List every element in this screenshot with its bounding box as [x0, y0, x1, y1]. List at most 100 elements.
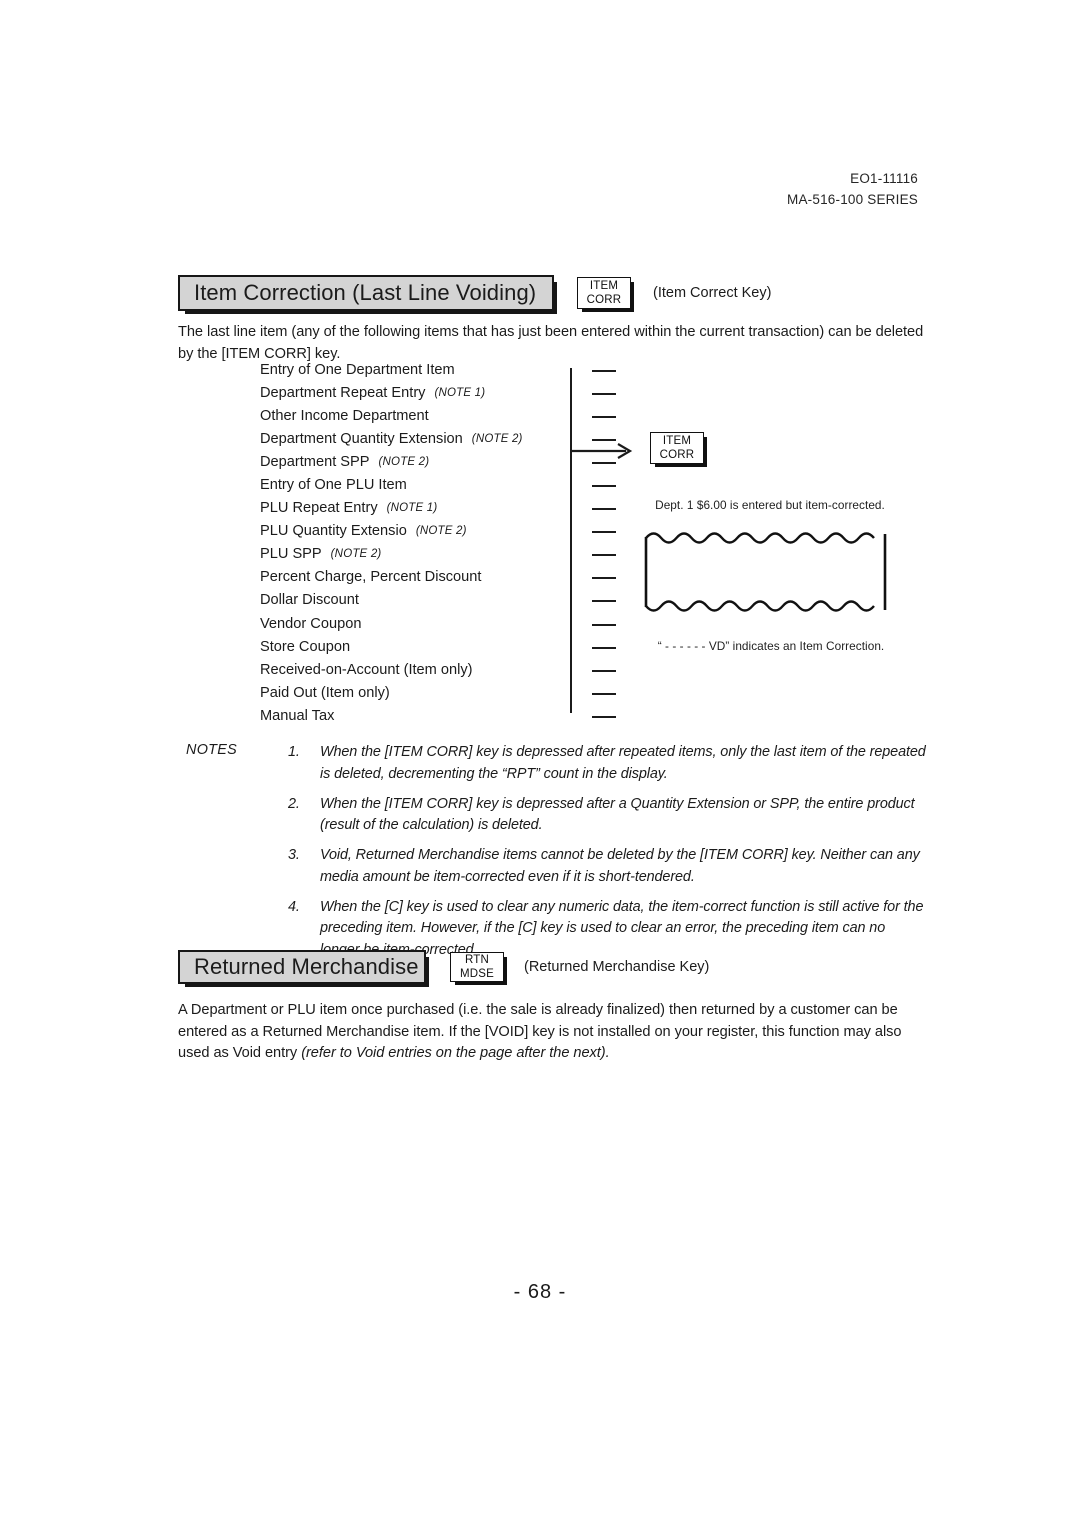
bracket-arrow-icon	[570, 443, 633, 459]
notes-list: 1. When the [ITEM CORR] key is depressed …	[186, 742, 926, 961]
returned-merchandise-body-italic: (refer to Void entries on the page after…	[301, 1045, 610, 1061]
item-correction-list-item: Dollar Discount	[260, 589, 616, 612]
item-corr-keycap-line2: CORR	[586, 294, 622, 306]
note-item: 1. When the [ITEM CORR] key is depressed …	[288, 742, 926, 785]
item-correction-list-item: Entry of One Department Item	[260, 358, 616, 381]
returned-merchandise-section-header: Returned Merchandise RTN MDSE (Returned …	[178, 950, 710, 987]
list-item-label: Manual Tax	[260, 707, 335, 724]
notes-label: NOTES	[186, 742, 238, 758]
list-item-label: Paid Out (Item only)	[260, 684, 390, 701]
note-text: When the [ITEM CORR] key is depressed af…	[320, 795, 915, 834]
list-item-label: Dollar Discount	[260, 592, 359, 609]
list-connector-line	[592, 485, 616, 488]
item-corr-target-keycap: ITEM CORR	[650, 432, 707, 467]
list-item-note-ref: (NOTE 2)	[471, 432, 523, 445]
document-series: MA-516-100 SERIES	[787, 192, 918, 207]
rtn-mdse-key-caption: (Returned Merchandise Key)	[524, 959, 710, 975]
item-correction-list-item: PLU SPP (NOTE 2)	[260, 543, 616, 566]
keycap-shadow	[503, 957, 507, 985]
list-item-label: PLU SPP	[260, 546, 322, 563]
receipt-illustration	[644, 532, 887, 612]
list-connector-line	[592, 392, 616, 395]
list-item-label: PLU Quantity Extensio	[260, 523, 407, 540]
list-item-label: Percent Charge, Percent Discount	[260, 569, 482, 586]
item-corr-keycap: ITEM CORR	[577, 277, 634, 312]
list-item-label: Other Income Department	[260, 407, 429, 424]
list-connector-line	[592, 715, 616, 718]
title-bar-shadow	[552, 282, 557, 314]
list-connector-line	[592, 415, 616, 418]
item-correction-list-item: Store Coupon	[260, 635, 616, 658]
item-correction-section-header: Item Correction (Last Line Voiding) ITEM…	[178, 275, 772, 314]
document-header: EO1-11116 MA-516-100 SERIES	[787, 168, 918, 210]
item-correction-list-item: Other Income Department	[260, 404, 616, 427]
page-number: - 68 -	[513, 1281, 567, 1303]
list-item-label: Department Repeat Entry	[260, 384, 426, 401]
list-item-label: Vendor Coupon	[260, 615, 362, 632]
list-connector-line	[592, 623, 616, 626]
document-code: EO1-11116	[850, 171, 918, 186]
list-item-label: PLU Repeat Entry	[260, 500, 378, 517]
item-correction-list-item: PLU Quantity Extensio (NOTE 2)	[260, 520, 616, 543]
note-number: 3.	[288, 847, 300, 863]
returned-merchandise-title-bar: Returned Merchandise	[178, 950, 429, 987]
list-item-label: Store Coupon	[260, 638, 351, 655]
list-connector-line	[592, 692, 616, 695]
item-correction-list-item: Entry of One PLU Item	[260, 473, 616, 496]
list-connector-line	[592, 531, 616, 534]
item-correction-list-item: Department Quantity Extension (NOTE 2)	[260, 427, 616, 450]
list-item-note-ref: (NOTE 2)	[378, 455, 430, 468]
item-correction-list-item: Received-on-Account (Item only)	[260, 658, 616, 681]
rtn-mdse-keycap-line2: MDSE	[459, 968, 495, 980]
note-number: 1.	[288, 744, 300, 760]
item-corr-key-caption: (Item Correct Key)	[653, 285, 772, 301]
list-item-label: Received-on-Account (Item only)	[260, 661, 473, 678]
item-correction-title: Item Correction (Last Line Voiding)	[194, 280, 537, 305]
item-correction-list-item: Paid Out (Item only)	[260, 681, 616, 704]
list-item-label: Entry of One Department Item	[260, 361, 455, 378]
receipt-bottom-caption: “ - - - - - - VD” indicates an Item Corr…	[657, 639, 885, 653]
list-item-note-ref: (NOTE 1)	[386, 502, 438, 515]
note-item: 2. When the [ITEM CORR] key is depressed …	[288, 794, 926, 837]
keycap-shadow	[630, 282, 634, 312]
item-correction-list-item: Vendor Coupon	[260, 612, 616, 635]
list-connector-line	[592, 600, 616, 603]
list-item-note-ref: (NOTE 1)	[434, 386, 486, 399]
note-item: 3. Void, Returned Merchandise items canno…	[288, 845, 926, 888]
list-connector-line	[592, 577, 616, 580]
title-bar-shadow	[424, 957, 429, 987]
list-connector-line	[592, 438, 616, 441]
returned-merchandise-title: Returned Merchandise	[194, 954, 419, 979]
list-item-label: Entry of One PLU Item	[260, 477, 407, 494]
note-text: Void, Returned Merchandise items cannot …	[320, 847, 920, 885]
list-connector-line	[592, 554, 616, 557]
list-connector-line	[592, 461, 616, 464]
keycap-shadow	[703, 437, 707, 467]
item-corr-keycap-line1: ITEM	[589, 280, 619, 292]
rtn-mdse-keycap-line1: RTN	[464, 954, 490, 966]
item-correction-title-bar: Item Correction (Last Line Voiding)	[178, 275, 557, 314]
item-corr-target-keycap-line1: ITEM	[662, 435, 692, 447]
note-number: 2.	[288, 795, 300, 812]
receipt-top-caption: Dept. 1 $6.00 is entered but item-correc…	[655, 498, 885, 512]
note-number: 4.	[288, 898, 300, 915]
list-item-label: Department SPP	[260, 453, 370, 470]
bracket-vertical-line	[570, 368, 572, 713]
item-correction-list-item: Department SPP (NOTE 2)	[260, 450, 616, 473]
list-connector-line	[592, 669, 616, 672]
notes-block: NOTES 1. When the [ITEM CORR] key is depr…	[186, 742, 926, 970]
list-item-note-ref: (NOTE 2)	[415, 525, 467, 538]
item-correction-list-item: Percent Charge, Percent Discount	[260, 566, 616, 589]
item-correction-list-item: Manual Tax	[260, 704, 616, 727]
rtn-mdse-keycap: RTN MDSE	[450, 952, 507, 985]
item-correction-list-item: PLU Repeat Entry (NOTE 1)	[260, 497, 616, 520]
returned-merchandise-paragraph: A Department or PLU item once purchased …	[178, 1000, 930, 1065]
list-item-note-ref: (NOTE 2)	[330, 548, 382, 561]
item-correction-list: Entry of One Department Item Department R…	[260, 358, 616, 728]
item-correction-list-item: Department Repeat Entry (NOTE 1)	[260, 381, 616, 404]
list-connector-line	[592, 369, 616, 372]
note-text: When the [C] key is used to clear any nu…	[320, 898, 924, 958]
note-text: When the [ITEM CORR] key is depressed af…	[320, 744, 926, 782]
list-item-label: Department Quantity Extension	[260, 430, 463, 447]
item-corr-target-keycap-line2: CORR	[659, 449, 695, 461]
